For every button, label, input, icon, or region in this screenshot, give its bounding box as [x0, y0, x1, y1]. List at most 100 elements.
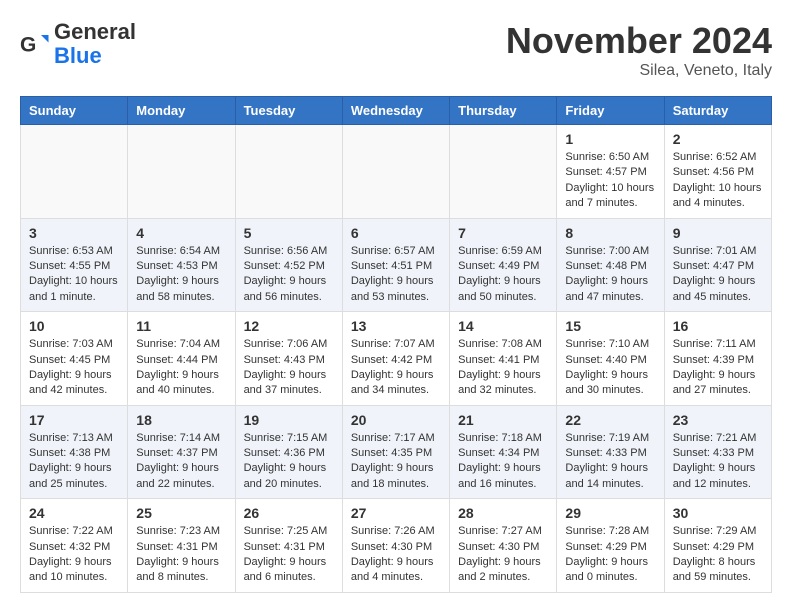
day-number: 25	[136, 505, 226, 521]
calendar-week-2: 3 Sunrise: 6:53 AM Sunset: 4:55 PM Daylig…	[21, 218, 772, 312]
calendar-cell: 11 Sunrise: 7:04 AM Sunset: 4:44 PM Dayli…	[128, 312, 235, 406]
day-number: 13	[351, 318, 441, 334]
weekday-header-row: SundayMondayTuesdayWednesdayThursdayFrid…	[21, 97, 772, 125]
day-number: 1	[565, 131, 655, 147]
day-number: 4	[136, 225, 226, 241]
calendar-cell: 10 Sunrise: 7:03 AM Sunset: 4:45 PM Dayli…	[21, 312, 128, 406]
day-info: Sunrise: 7:04 AM Sunset: 4:44 PM Dayligh…	[136, 337, 226, 399]
day-number: 27	[351, 505, 441, 521]
calendar-cell: 5Sunrise: 6:56 AM Sunset: 4:52 PM Daylig…	[235, 218, 342, 312]
calendar-cell: 13 Sunrise: 7:07 AM Sunset: 4:42 PM Dayli…	[342, 312, 449, 406]
day-number: 20	[351, 412, 441, 428]
weekday-header-saturday: Saturday	[664, 97, 771, 125]
day-number: 28	[458, 505, 548, 521]
day-number: 5	[244, 225, 334, 241]
calendar-cell: 7 Sunrise: 6:59 AM Sunset: 4:49 PM Daylig…	[450, 218, 557, 312]
day-number: 22	[565, 412, 655, 428]
day-info: Sunrise: 7:10 AM Sunset: 4:40 PM Dayligh…	[565, 337, 655, 399]
day-number: 10	[29, 318, 119, 334]
title-block: November 2024 Silea, Veneto, Italy	[506, 20, 772, 80]
calendar-cell: 16 Sunrise: 7:11 AM Sunset: 4:39 PM Dayli…	[664, 312, 771, 406]
calendar-cell: 14 Sunrise: 7:08 AM Sunset: 4:41 PM Dayli…	[450, 312, 557, 406]
calendar-cell: 25 Sunrise: 7:23 AM Sunset: 4:31 PM Dayli…	[128, 499, 235, 593]
day-number: 23	[673, 412, 763, 428]
calendar-cell: 12Sunrise: 7:06 AM Sunset: 4:43 PM Dayli…	[235, 312, 342, 406]
logo-text: GeneralBlue	[54, 20, 136, 68]
day-info: Sunrise: 6:54 AM Sunset: 4:53 PM Dayligh…	[136, 244, 226, 306]
day-number: 3	[29, 225, 119, 241]
weekday-header-wednesday: Wednesday	[342, 97, 449, 125]
day-info: Sunrise: 7:21 AM Sunset: 4:33 PM Dayligh…	[673, 431, 763, 493]
day-info: Sunrise: 7:15 AM Sunset: 4:36 PM Dayligh…	[244, 431, 334, 493]
day-info: Sunrise: 7:18 AM Sunset: 4:34 PM Dayligh…	[458, 431, 548, 493]
calendar-week-1: 1Sunrise: 6:50 AM Sunset: 4:57 PM Daylig…	[21, 125, 772, 219]
day-info: Sunrise: 7:28 AM Sunset: 4:29 PM Dayligh…	[565, 524, 655, 586]
calendar-cell: 24Sunrise: 7:22 AM Sunset: 4:32 PM Dayli…	[21, 499, 128, 593]
calendar-cell: 4 Sunrise: 6:54 AM Sunset: 4:53 PM Daylig…	[128, 218, 235, 312]
day-info: Sunrise: 7:14 AM Sunset: 4:37 PM Dayligh…	[136, 431, 226, 493]
calendar-cell	[342, 125, 449, 219]
day-number: 8	[565, 225, 655, 241]
calendar-cell: 22 Sunrise: 7:19 AM Sunset: 4:33 PM Dayli…	[557, 405, 664, 499]
calendar-cell: 6 Sunrise: 6:57 AM Sunset: 4:51 PM Daylig…	[342, 218, 449, 312]
calendar-cell	[235, 125, 342, 219]
logo: G GeneralBlue	[20, 20, 136, 68]
calendar-week-4: 17Sunrise: 7:13 AM Sunset: 4:38 PM Dayli…	[21, 405, 772, 499]
day-info: Sunrise: 7:23 AM Sunset: 4:31 PM Dayligh…	[136, 524, 226, 586]
day-number: 2	[673, 131, 763, 147]
weekday-header-thursday: Thursday	[450, 97, 557, 125]
day-info: Sunrise: 7:29 AM Sunset: 4:29 PM Dayligh…	[673, 524, 763, 586]
day-number: 7	[458, 225, 548, 241]
weekday-header-friday: Friday	[557, 97, 664, 125]
day-number: 30	[673, 505, 763, 521]
day-number: 14	[458, 318, 548, 334]
day-number: 15	[565, 318, 655, 334]
calendar-cell: 19Sunrise: 7:15 AM Sunset: 4:36 PM Dayli…	[235, 405, 342, 499]
day-info: Sunrise: 7:17 AM Sunset: 4:35 PM Dayligh…	[351, 431, 441, 493]
day-number: 12	[244, 318, 334, 334]
weekday-header-tuesday: Tuesday	[235, 97, 342, 125]
day-number: 26	[244, 505, 334, 521]
day-info: Sunrise: 7:08 AM Sunset: 4:41 PM Dayligh…	[458, 337, 548, 399]
day-info: Sunrise: 7:11 AM Sunset: 4:39 PM Dayligh…	[673, 337, 763, 399]
calendar-cell: 15 Sunrise: 7:10 AM Sunset: 4:40 PM Dayli…	[557, 312, 664, 406]
day-info: Sunrise: 7:27 AM Sunset: 4:30 PM Dayligh…	[458, 524, 548, 586]
day-info: Sunrise: 7:01 AM Sunset: 4:47 PM Dayligh…	[673, 244, 763, 306]
svg-text:G: G	[20, 34, 36, 57]
day-info: Sunrise: 7:03 AM Sunset: 4:45 PM Dayligh…	[29, 337, 119, 399]
weekday-header-monday: Monday	[128, 97, 235, 125]
day-info: Sunrise: 6:59 AM Sunset: 4:49 PM Dayligh…	[458, 244, 548, 306]
calendar-cell: 29Sunrise: 7:28 AM Sunset: 4:29 PM Dayli…	[557, 499, 664, 593]
calendar-cell	[21, 125, 128, 219]
weekday-header-sunday: Sunday	[21, 97, 128, 125]
calendar-cell: 23 Sunrise: 7:21 AM Sunset: 4:33 PM Dayli…	[664, 405, 771, 499]
month-title: November 2024	[506, 20, 772, 62]
day-info: Sunrise: 7:25 AM Sunset: 4:31 PM Dayligh…	[244, 524, 334, 586]
calendar-cell: 9Sunrise: 7:01 AM Sunset: 4:47 PM Daylig…	[664, 218, 771, 312]
calendar-cell	[450, 125, 557, 219]
day-number: 16	[673, 318, 763, 334]
day-info: Sunrise: 7:26 AM Sunset: 4:30 PM Dayligh…	[351, 524, 441, 586]
calendar-week-5: 24Sunrise: 7:22 AM Sunset: 4:32 PM Dayli…	[21, 499, 772, 593]
calendar-cell	[128, 125, 235, 219]
day-number: 18	[136, 412, 226, 428]
calendar-cell: 28 Sunrise: 7:27 AM Sunset: 4:30 PM Dayli…	[450, 499, 557, 593]
calendar-cell: 27 Sunrise: 7:26 AM Sunset: 4:30 PM Dayli…	[342, 499, 449, 593]
logo-icon: G	[20, 29, 50, 59]
day-number: 21	[458, 412, 548, 428]
day-info: Sunrise: 7:07 AM Sunset: 4:42 PM Dayligh…	[351, 337, 441, 399]
calendar-week-3: 10 Sunrise: 7:03 AM Sunset: 4:45 PM Dayli…	[21, 312, 772, 406]
day-number: 17	[29, 412, 119, 428]
calendar-cell: 17Sunrise: 7:13 AM Sunset: 4:38 PM Dayli…	[21, 405, 128, 499]
location: Silea, Veneto, Italy	[506, 62, 772, 80]
calendar-cell: 3 Sunrise: 6:53 AM Sunset: 4:55 PM Daylig…	[21, 218, 128, 312]
day-info: Sunrise: 6:57 AM Sunset: 4:51 PM Dayligh…	[351, 244, 441, 306]
day-info: Sunrise: 7:19 AM Sunset: 4:33 PM Dayligh…	[565, 431, 655, 493]
calendar-cell: 2Sunrise: 6:52 AM Sunset: 4:56 PM Daylig…	[664, 125, 771, 219]
day-number: 24	[29, 505, 119, 521]
calendar-cell: 20 Sunrise: 7:17 AM Sunset: 4:35 PM Dayli…	[342, 405, 449, 499]
day-number: 6	[351, 225, 441, 241]
day-info: Sunrise: 6:53 AM Sunset: 4:55 PM Dayligh…	[29, 244, 119, 306]
calendar-cell: 8Sunrise: 7:00 AM Sunset: 4:48 PM Daylig…	[557, 218, 664, 312]
day-number: 11	[136, 318, 226, 334]
